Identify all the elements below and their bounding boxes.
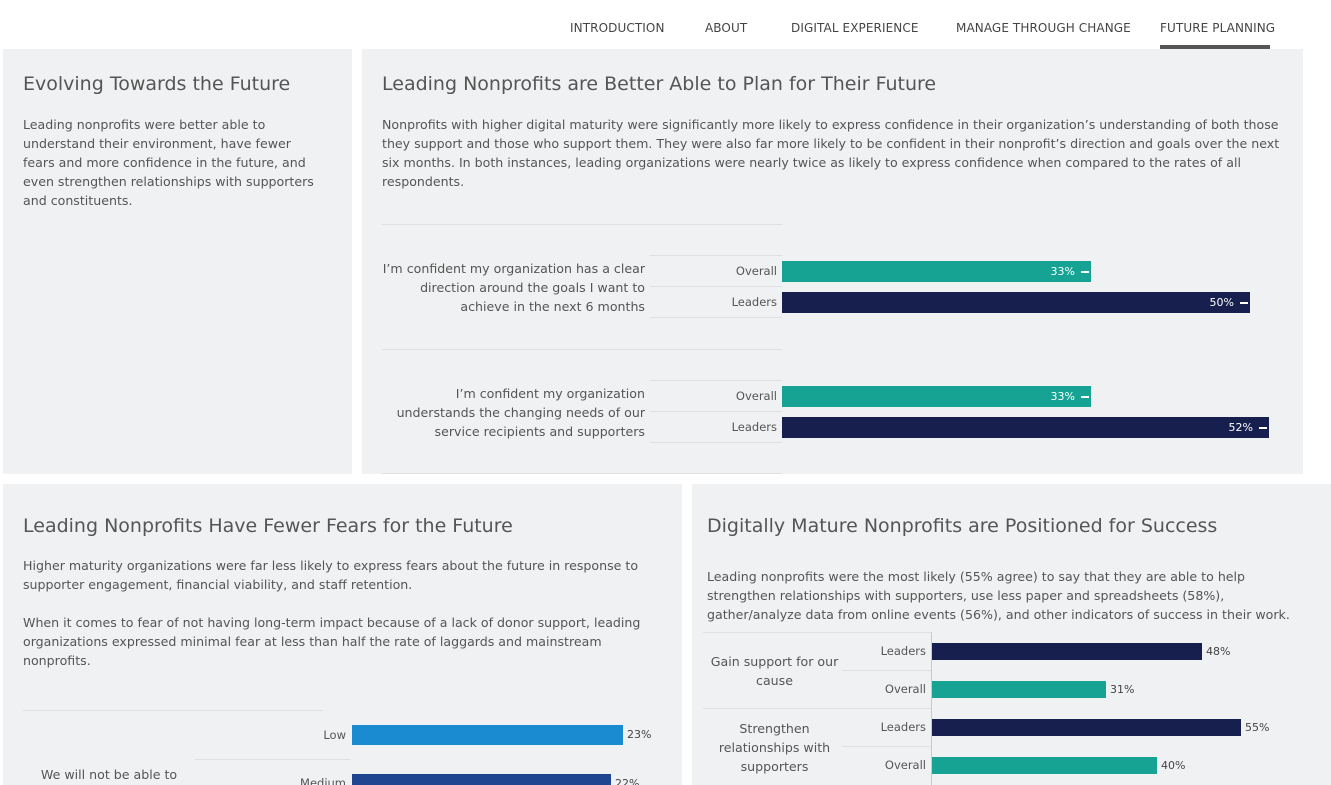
chart-divider xyxy=(382,224,782,225)
data-label: 48% xyxy=(1206,645,1231,658)
nav-manage-through-change[interactable]: MANAGE THROUGH CHANGE xyxy=(956,21,1131,35)
data-label: 50% xyxy=(1209,296,1234,309)
bar-overall xyxy=(932,757,1157,774)
chart-divider xyxy=(703,632,931,633)
chart-category-label: I’m confident my organization understand… xyxy=(396,386,645,439)
bar-overall xyxy=(932,681,1106,698)
bar-end-tick xyxy=(1240,302,1248,304)
row-divider xyxy=(842,746,931,747)
nav-about[interactable]: ABOUT xyxy=(705,21,747,35)
chart-category-label: Gain support for our cause xyxy=(710,654,839,688)
fears-panel: Leading Nonprofits Have Fewer Fears for … xyxy=(3,484,682,785)
series-label-overall: Overall xyxy=(735,389,777,403)
data-label: 40% xyxy=(1161,759,1186,772)
series-label-leaders: Leaders xyxy=(880,720,926,734)
row-divider xyxy=(650,255,782,256)
bar-end-tick xyxy=(1259,427,1267,429)
data-label: 31% xyxy=(1110,683,1135,696)
bar-medium xyxy=(352,774,611,785)
data-label: 22% xyxy=(615,777,640,785)
chart-category-label: We will not be able to xyxy=(40,767,178,782)
bar-leaders xyxy=(932,643,1202,660)
row-divider xyxy=(842,670,931,671)
chart-divider xyxy=(23,710,323,711)
series-label-overall: Overall xyxy=(884,682,926,696)
series-label-leaders: Leaders xyxy=(731,420,777,434)
evolving-panel: Evolving Towards the Future Leading nonp… xyxy=(3,49,352,474)
data-label: 33% xyxy=(1050,390,1075,403)
success-text: Leading nonprofits were the most likely … xyxy=(707,569,1290,622)
series-label-medium: Medium xyxy=(300,776,346,785)
data-label: 52% xyxy=(1228,421,1253,434)
data-label: 33% xyxy=(1050,265,1075,278)
nav-digital-experience[interactable]: DIGITAL EXPERIENCE xyxy=(791,21,919,35)
plan-title: Leading Nonprofits are Better Able to Pl… xyxy=(382,73,937,95)
evolving-title: Evolving Towards the Future xyxy=(23,73,291,95)
bar-low xyxy=(352,725,623,745)
row-divider xyxy=(650,286,782,287)
row-divider xyxy=(650,380,782,381)
series-label-low: Low xyxy=(323,728,346,742)
fears-title: Leading Nonprofits Have Fewer Fears for … xyxy=(23,515,513,537)
series-label-overall: Overall xyxy=(884,758,926,772)
chart-divider xyxy=(382,349,782,350)
row-divider xyxy=(650,317,782,318)
row-divider xyxy=(650,442,782,443)
plan-text: Nonprofits with higher digital maturity … xyxy=(382,117,1280,189)
bar-end-tick xyxy=(1081,271,1089,273)
bar-end-tick xyxy=(1081,396,1089,398)
fears-text-2: When it comes to fear of not having long… xyxy=(23,615,641,668)
row-divider xyxy=(650,411,782,412)
top-nav: INTRODUCTION ABOUT DIGITAL EXPERIENCE MA… xyxy=(3,5,1303,51)
series-label-leaders: Leaders xyxy=(731,295,777,309)
success-title: Digitally Mature Nonprofits are Position… xyxy=(707,515,1218,537)
series-label-overall: Overall xyxy=(735,264,777,278)
row-divider xyxy=(195,759,350,760)
evolving-text: Leading nonprofits were better able to u… xyxy=(23,117,314,208)
fears-text-1: Higher maturity organizations were far l… xyxy=(23,558,639,592)
bar-leaders xyxy=(932,719,1241,736)
chart-divider xyxy=(703,708,931,709)
chart-category-label: Strengthen relationships with supporters xyxy=(718,721,831,774)
chart-divider xyxy=(382,473,782,474)
nav-introduction[interactable]: INTRODUCTION xyxy=(570,21,665,35)
series-label-leaders: Leaders xyxy=(880,644,926,658)
plan-panel: Leading Nonprofits are Better Able to Pl… xyxy=(362,49,1303,474)
chart-category-label: I’m confident my organization has a clea… xyxy=(382,261,645,314)
nav-future-planning[interactable]: FUTURE PLANNING xyxy=(1160,21,1275,35)
data-label: 23% xyxy=(627,728,652,741)
success-panel: Digitally Mature Nonprofits are Position… xyxy=(692,484,1331,785)
data-label: 55% xyxy=(1245,721,1270,734)
